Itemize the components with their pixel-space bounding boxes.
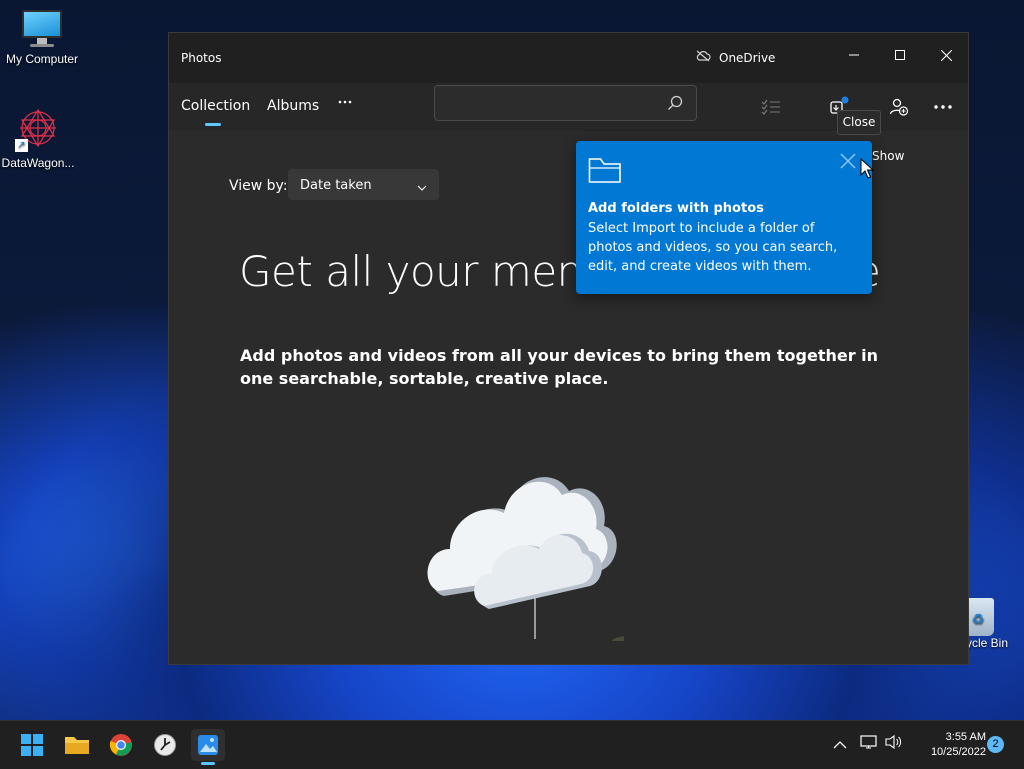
search-icon[interactable] [667, 95, 683, 115]
show-hidden-icons-button[interactable] [833, 735, 847, 754]
taskbar: 3:55 AM 10/25/2022 2 [0, 720, 1024, 769]
close-tooltip: Close [837, 110, 881, 135]
chevron-up-icon [833, 741, 847, 749]
active-app-indicator [201, 762, 215, 765]
page-subtext: Add photos and videos from all your devi… [240, 346, 879, 388]
more-horizontal-icon [934, 105, 952, 109]
chevron-down-icon [417, 180, 427, 195]
desktop-icon-datawagon[interactable]: ↗ DataWagon... [0, 106, 80, 170]
close-window-button[interactable] [923, 39, 968, 71]
teaching-tip-popup: Add folders with photos Select Import to… [576, 141, 872, 294]
chrome-icon [109, 734, 132, 756]
add-people-button[interactable] [885, 93, 913, 121]
taskbar-time: 3:55 AM [945, 731, 986, 743]
folder-icon [65, 737, 89, 754]
title-bar[interactable]: Photos OneDrive [169, 33, 968, 83]
mouse-cursor-icon [860, 157, 875, 184]
teaching-tip-close-button[interactable] [840, 153, 860, 173]
checklist-icon [761, 99, 780, 115]
close-icon [940, 49, 952, 61]
start-button[interactable] [15, 729, 49, 761]
onedrive-status[interactable]: OneDrive [695, 50, 775, 65]
more-tabs-button[interactable] [337, 94, 353, 114]
active-tab-indicator [205, 123, 221, 126]
photos-icon [198, 735, 218, 755]
add-person-icon [889, 98, 909, 116]
cloud-off-icon [695, 50, 711, 65]
desktop-icon-my-computer[interactable]: My Computer [0, 10, 84, 66]
datawagon-app-icon: ↗ [15, 106, 61, 152]
show-label: Show [872, 149, 905, 163]
tab-collection[interactable]: Collection [181, 98, 250, 114]
more-horizontal-icon [338, 100, 352, 104]
view-by-dropdown[interactable]: Date taken [288, 169, 439, 200]
shortcut-arrow-icon: ↗ [15, 139, 28, 152]
file-explorer-button[interactable] [60, 729, 94, 761]
chrome-button[interactable] [104, 729, 138, 761]
minimize-icon [849, 54, 859, 56]
clock-app-button[interactable] [148, 729, 182, 761]
folder-icon [588, 155, 622, 189]
svg-text:♻: ♻ [972, 612, 985, 628]
search-input[interactable] [445, 92, 659, 116]
select-button[interactable] [757, 93, 785, 121]
clock-icon [154, 734, 176, 756]
photos-app-button[interactable] [191, 729, 225, 761]
view-by-selected: Date taken [300, 178, 372, 193]
teaching-tip-title: Add folders with photos [588, 201, 764, 216]
maximize-button[interactable] [877, 39, 923, 71]
tab-albums[interactable]: Albums [267, 98, 319, 114]
maximize-icon [895, 50, 905, 60]
cloud-illustration [424, 431, 672, 647]
close-icon [840, 153, 856, 169]
onedrive-label: OneDrive [719, 50, 776, 65]
app-title: Photos [181, 51, 222, 65]
computer-icon [20, 10, 64, 48]
taskbar-clock[interactable]: 3:55 AM 10/25/2022 [900, 730, 986, 760]
page-headline: Get all your memo [239, 247, 623, 296]
notification-badge[interactable]: 2 [987, 736, 1004, 753]
windows-logo-icon [21, 734, 43, 756]
network-icon[interactable] [860, 734, 878, 754]
view-by-label: View by: [229, 178, 288, 194]
minimize-button[interactable] [831, 39, 877, 71]
more-options-button[interactable] [929, 93, 957, 121]
taskbar-date: 10/25/2022 [930, 746, 986, 758]
desktop-icon-label: My Computer [5, 52, 79, 66]
search-box[interactable] [434, 85, 697, 121]
teaching-tip-body: Select Import to include a folder of pho… [588, 221, 838, 274]
desktop-icon-label: DataWagon... [1, 156, 75, 170]
desktop-icon-recycle-bin[interactable]: ♻ cycle Bin [960, 598, 1024, 650]
